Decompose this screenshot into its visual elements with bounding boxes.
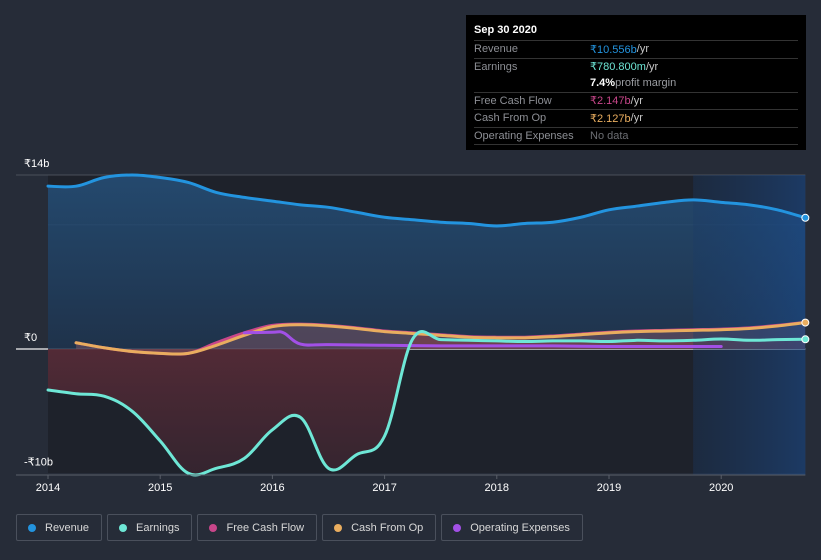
tooltip-row-value: ₹2.147b — [590, 95, 631, 108]
legend-dot-icon — [119, 523, 128, 532]
x-tick-label: 2019 — [597, 482, 621, 494]
tooltip-row-unit: /yr — [645, 60, 659, 73]
x-tick-label: 2020 — [709, 482, 733, 494]
tooltip-row-label: Free Cash Flow — [474, 94, 552, 107]
legend-label: Free Cash Flow — [226, 521, 305, 534]
tooltip-row-value: ₹780.800m — [590, 61, 646, 74]
tooltip-row-label: Operating Expenses — [474, 129, 574, 142]
tooltip-row: Operating Expenses No data — [474, 128, 798, 145]
legend-item-cash-from-op[interactable]: Cash From Op — [322, 514, 437, 541]
legend-label: Earnings — [136, 521, 180, 534]
y-tick-label: ₹0 — [24, 332, 37, 344]
y-tick-label: -₹10b — [24, 456, 53, 468]
tooltip-row-value: No data — [590, 129, 629, 142]
legend-label: Revenue — [45, 521, 90, 534]
tooltip-row: Cash From Op ₹2.127b /yr — [474, 110, 798, 128]
x-tick-label: 2016 — [260, 482, 284, 494]
legend-item-operating-expenses[interactable]: Operating Expenses — [441, 514, 583, 541]
legend: Revenue Earnings Free Cash Flow Cash From O… — [16, 514, 583, 541]
tooltip-row-label: Earnings — [474, 60, 518, 73]
x-tick-label: 2015 — [148, 482, 172, 494]
tooltip-row: 7.4% profit margin — [474, 75, 798, 93]
tooltip-row-value: ₹10.556b — [590, 43, 637, 56]
x-tick-label: 2018 — [485, 482, 509, 494]
y-tick-label: ₹14b — [24, 158, 49, 170]
legend-label: Cash From Op — [351, 521, 424, 534]
legend-dot-icon — [334, 523, 343, 532]
legend-dot-icon — [28, 523, 36, 532]
legend-dot-icon — [453, 523, 462, 532]
data-tooltip: Sep 30 2020 Revenue ₹10.556b /yr Earnings ₹… — [466, 15, 806, 150]
tooltip-row-value: ₹2.127b — [590, 112, 631, 125]
tooltip-date: Sep 30 2020 — [474, 23, 798, 41]
legend-dot-icon — [209, 523, 218, 532]
tooltip-row: Revenue ₹10.556b /yr — [474, 41, 798, 59]
legend-item-free-cash-flow[interactable]: Free Cash Flow — [197, 514, 318, 541]
tooltip-row-label: Revenue — [474, 43, 519, 56]
tooltip-row-unit: /yr — [636, 43, 649, 56]
x-axis: 2014 2015 2016 2017 2018 2019 2020 — [16, 474, 806, 494]
tooltip-row-unit: /yr — [630, 94, 643, 107]
revenue-endpoint — [801, 213, 810, 222]
legend-label: Operating Expenses — [470, 521, 570, 534]
tooltip-row-label: Cash From Op — [474, 112, 547, 125]
tooltip-row: Earnings ₹780.800m /yr — [474, 59, 798, 76]
x-tick-label: 2014 — [36, 482, 60, 494]
x-tick-label: 2017 — [372, 482, 396, 494]
tooltip-row: Free Cash Flow ₹2.147b /yr — [474, 93, 798, 110]
cash-from-op-endpoint — [801, 318, 810, 327]
tooltip-row-unit: profit margin — [615, 77, 677, 90]
legend-item-earnings[interactable]: Earnings — [107, 514, 193, 541]
legend-item-revenue[interactable]: Revenue — [16, 514, 103, 541]
tooltip-row-unit: /yr — [630, 112, 643, 125]
tooltip-row-value: 7.4% — [590, 77, 616, 90]
earnings-endpoint — [801, 335, 810, 344]
